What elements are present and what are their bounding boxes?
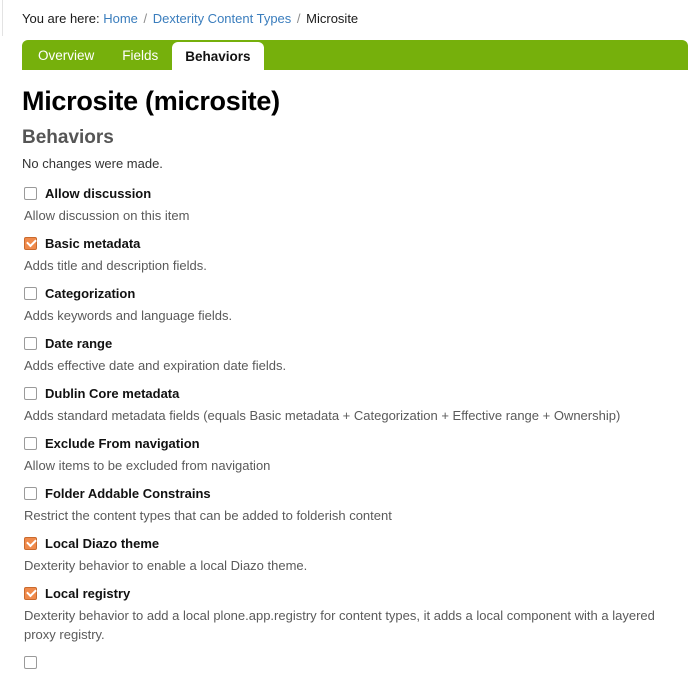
breadcrumb-separator: / <box>296 11 301 26</box>
behavior-item: Local Diazo theme Dexterity behavior to e… <box>22 536 690 575</box>
behavior-description: Restrict the content types that can be a… <box>24 508 392 523</box>
breadcrumb: You are here: Home / Dexterity Content T… <box>22 11 358 27</box>
behavior-description: Dexterity behavior to add a local plone.… <box>24 608 655 642</box>
behavior-label[interactable]: Date range <box>45 336 112 351</box>
behavior-row: Dublin Core metadata <box>22 386 690 401</box>
breadcrumb-current-microsite: Microsite <box>306 11 359 26</box>
behavior-label[interactable]: Categorization <box>45 286 135 301</box>
checkbox-allow-discussion[interactable] <box>24 187 37 200</box>
behavior-row: Folder Addable Constrains <box>22 486 690 501</box>
behavior-row: Exclude From navigation <box>22 436 690 451</box>
behavior-description: Allow items to be excluded from navigati… <box>24 458 271 473</box>
tab-overview[interactable]: Overview <box>22 40 108 70</box>
checkbox-basic-metadata[interactable] <box>24 237 37 250</box>
behavior-item: Date range Adds effective date and expira… <box>22 336 690 375</box>
behavior-item: Categorization Adds keywords and language… <box>22 286 690 325</box>
behavior-label[interactable]: Basic metadata <box>45 236 140 251</box>
breadcrumb-label: You are here: <box>22 11 100 26</box>
checkbox-item[interactable] <box>24 656 37 669</box>
checkbox-categorization[interactable] <box>24 287 37 300</box>
behavior-item: Folder Addable Constrains Restrict the co… <box>22 486 690 525</box>
behavior-description: Dexterity behavior to enable a local Dia… <box>24 558 308 573</box>
checkbox-dublin-core-metadata[interactable] <box>24 387 37 400</box>
left-edge-rule <box>2 0 3 36</box>
checkbox-exclude-from-navigation[interactable] <box>24 437 37 450</box>
behavior-row: Basic metadata <box>22 236 690 251</box>
behavior-row: Date range <box>22 336 690 351</box>
behavior-item: Dublin Core metadata Adds standard metada… <box>22 386 690 425</box>
behavior-label[interactable]: Local Diazo theme <box>45 536 159 551</box>
checkbox-local-diazo-theme[interactable] <box>24 537 37 550</box>
behaviors-list: Allow discussion Allow discussion on this… <box>22 186 690 669</box>
behavior-row: Categorization <box>22 286 690 301</box>
checkbox-date-range[interactable] <box>24 337 37 350</box>
behavior-item: Allow discussion Allow discussion on this… <box>22 186 690 225</box>
behavior-item: Exclude From navigation Allow items to be… <box>22 436 690 475</box>
checkbox-folder-addable-constrains[interactable] <box>24 487 37 500</box>
behavior-description: Adds keywords and language fields. <box>24 308 233 323</box>
checkbox-local-registry[interactable] <box>24 587 37 600</box>
behavior-description: Adds standard metadata fields (equals Ba… <box>24 408 621 423</box>
section-title: Behaviors <box>22 127 114 148</box>
page-title: Microsite (microsite) <box>22 86 280 116</box>
behavior-label[interactable]: Exclude From navigation <box>45 436 200 451</box>
behavior-row: Local registry <box>22 586 690 601</box>
breadcrumb-link-dexterity-content-types[interactable]: Dexterity Content Types <box>153 11 292 26</box>
behavior-row: Allow discussion <box>22 186 690 201</box>
behavior-description: Allow discussion on this item <box>24 208 190 223</box>
behavior-label[interactable]: Dublin Core metadata <box>45 386 179 401</box>
behavior-row <box>22 655 690 669</box>
breadcrumb-separator: / <box>143 11 148 26</box>
breadcrumb-link-home[interactable]: Home <box>103 11 138 26</box>
behavior-item: Local registry Dexterity behavior to add … <box>22 586 690 644</box>
status-text: No changes were made. <box>22 156 163 171</box>
tab-bar: Overview Fields Behaviors <box>22 40 688 70</box>
tab-behaviors[interactable]: Behaviors <box>172 42 264 70</box>
behavior-description: Adds effective date and expiration date … <box>24 358 287 373</box>
behavior-label[interactable]: Allow discussion <box>45 186 151 201</box>
behavior-label[interactable]: Local registry <box>45 586 130 601</box>
behavior-row: Local Diazo theme <box>22 536 690 551</box>
main-content: Microsite (microsite) Behaviors No chang… <box>22 70 690 680</box>
behavior-item <box>22 655 690 669</box>
behavior-label[interactable]: Folder Addable Constrains <box>45 486 211 501</box>
behavior-item: Basic metadata Adds title and description… <box>22 236 690 275</box>
tab-list: Overview Fields Behaviors <box>22 40 264 70</box>
tab-fields[interactable]: Fields <box>108 40 172 70</box>
behavior-description: Adds title and description fields. <box>24 258 207 273</box>
